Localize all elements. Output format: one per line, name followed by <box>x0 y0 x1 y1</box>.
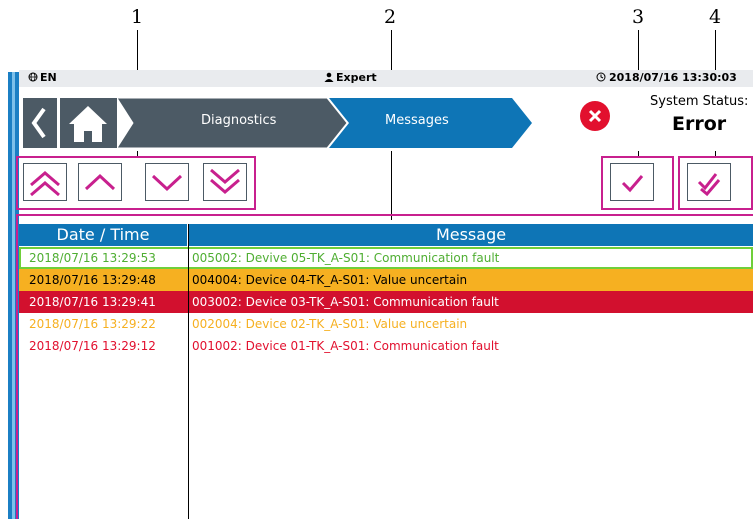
callout-1: 1 <box>131 6 144 28</box>
chevron-left-icon <box>31 107 46 139</box>
message-table: Date / Time Message 2018/07/16 13:29:53 0… <box>19 218 753 519</box>
back-button[interactable] <box>23 98 57 148</box>
table-row[interactable]: 2018/07/16 13:29:41 003002: Device 03-TK_… <box>19 291 753 313</box>
row-message: 002004: Device 02-TK_A-S01: Value uncert… <box>192 317 468 331</box>
table-row[interactable]: 2018/07/16 13:29:53 005002: Devive 05-TK_… <box>19 247 753 269</box>
breadcrumb <box>117 98 532 148</box>
scroll-top-button[interactable] <box>23 163 67 201</box>
scroll-bottom-icon <box>210 168 240 194</box>
scroll-down-button[interactable] <box>145 163 189 201</box>
language-label[interactable]: EN <box>40 71 57 84</box>
breadcrumb-diagnostics[interactable]: Diagnostics <box>201 113 276 128</box>
row-datetime: 2018/07/16 13:29:41 <box>29 295 156 309</box>
scroll-top-icon <box>30 171 60 197</box>
scroll-up-icon <box>84 173 116 191</box>
row-message: 004004: Device 04-TK_A-S01: Value uncert… <box>192 273 468 287</box>
status-bar: EN Expert 2018/07/16 13:30:03 <box>19 70 753 87</box>
system-status-value: Error <box>672 113 727 135</box>
row-datetime: 2018/07/16 13:29:12 <box>29 339 156 353</box>
system-status-label: System Status: <box>650 94 749 109</box>
acknowledge-all-icon <box>697 173 721 197</box>
callout-4: 4 <box>709 6 722 28</box>
scroll-up-button[interactable] <box>78 163 122 201</box>
row-message: 005002: Devive 05-TK_A-S01: Communicatio… <box>192 251 500 265</box>
column-header-datetime[interactable]: Date / Time <box>19 224 187 246</box>
globe-icon[interactable] <box>28 71 38 84</box>
row-datetime: 2018/07/16 13:29:22 <box>29 317 156 331</box>
acknowledge-button[interactable] <box>610 163 654 201</box>
scroll-down-icon <box>151 174 183 192</box>
error-x-icon <box>580 101 610 131</box>
table-row[interactable]: 2018/07/16 13:29:22 002004: Device 02-TK_… <box>19 313 753 335</box>
callout-3: 3 <box>632 6 645 28</box>
scroll-bottom-button[interactable] <box>203 163 247 201</box>
table-row[interactable]: 2018/07/16 13:29:12 001002: Device 01-TK_… <box>19 335 753 357</box>
home-button[interactable] <box>60 98 117 148</box>
clock-icon <box>596 71 606 84</box>
row-message: 001002: Device 01-TK_A-S01: Communicatio… <box>192 339 499 353</box>
breadcrumb-messages[interactable]: Messages <box>385 113 449 128</box>
acknowledge-all-button[interactable] <box>687 163 731 201</box>
acknowledge-icon <box>621 175 644 193</box>
column-divider <box>188 224 189 519</box>
user-role-label: Expert <box>336 71 377 84</box>
home-icon <box>69 106 107 142</box>
row-message: 003002: Device 03-TK_A-S01: Communicatio… <box>192 295 499 309</box>
datetime-label: 2018/07/16 13:30:03 <box>609 71 737 84</box>
table-row[interactable]: 2018/07/16 13:29:48 004004: Device 04-TK_… <box>19 269 753 291</box>
user-icon <box>324 71 334 84</box>
callout-2: 2 <box>384 6 397 28</box>
row-datetime: 2018/07/16 13:29:48 <box>29 273 156 287</box>
row-datetime: 2018/07/16 13:29:53 <box>29 251 156 265</box>
column-header-message[interactable]: Message <box>189 224 753 246</box>
navigation-bar: Diagnostics Messages <box>19 87 753 151</box>
